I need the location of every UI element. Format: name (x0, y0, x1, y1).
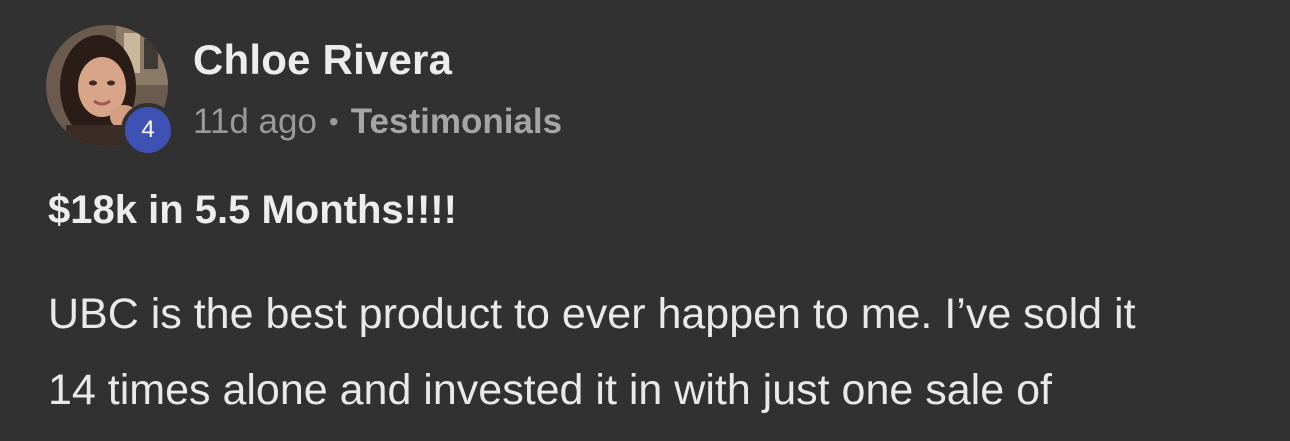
author-avatar-container[interactable]: 4 (46, 25, 175, 157)
level-badge: 4 (121, 103, 175, 157)
post-meta: 11d ago • Testimonials (193, 102, 562, 142)
author-name[interactable]: Chloe Rivera (193, 36, 452, 84)
post-body-line: 14 times alone and invested it in with j… (48, 366, 1052, 414)
post-body-line: UBC is the best product to ever happen t… (48, 290, 1136, 338)
post-category-link[interactable]: Testimonials (351, 102, 562, 142)
meta-separator: • (328, 106, 339, 137)
post-title[interactable]: $18k in 5.5 Months!!!! (48, 188, 457, 233)
post-timestamp[interactable]: 11d ago (193, 102, 317, 142)
post-body[interactable]: UBC is the best product to ever happen t… (48, 276, 1268, 428)
post-card: 4 Chloe Rivera 11d ago • Testimonials $1… (0, 0, 1290, 441)
